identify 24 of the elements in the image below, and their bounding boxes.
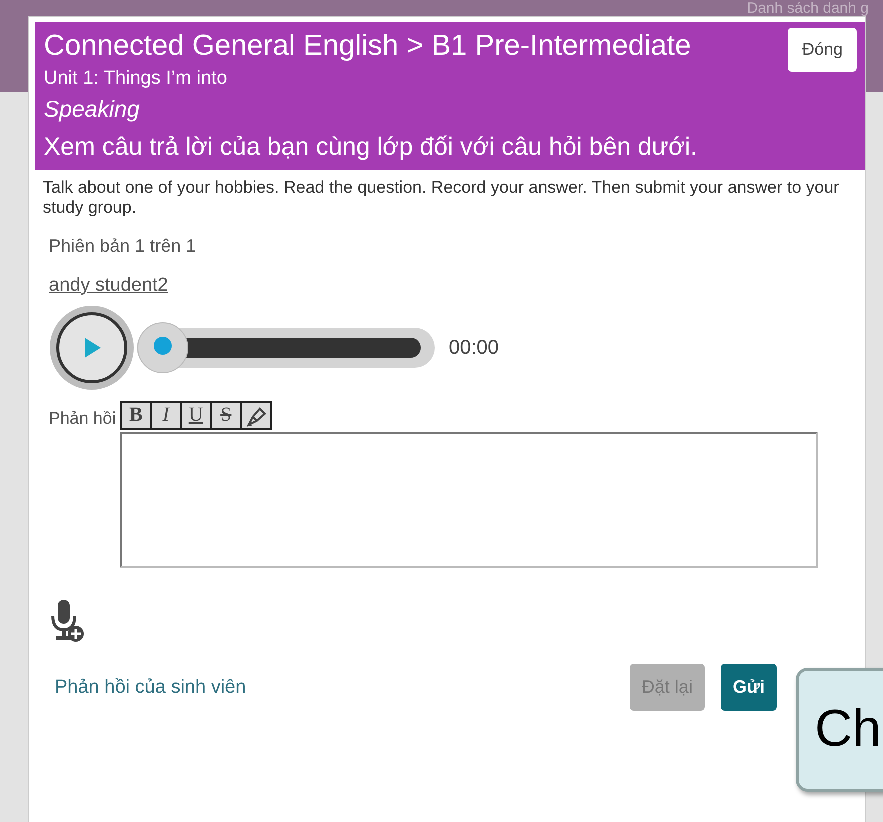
italic-button[interactable]: I xyxy=(150,401,182,430)
prompt-text: Talk about one of your hobbies. Read the question. Record your answer. Then submit your answer to your study group. xyxy=(42,177,840,218)
strikethrough-button[interactable]: S xyxy=(210,401,242,430)
student-link[interactable]: andy student2 xyxy=(49,275,168,297)
underline-button[interactable]: U xyxy=(180,401,212,430)
close-button[interactable]: Đóng xyxy=(788,28,857,72)
student-feedback-link[interactable]: Phản hồi của sinh viên xyxy=(55,676,246,698)
tooltip: Ch xyxy=(796,668,883,792)
breadcrumb: Connected General English > B1 Pre-Intermediate xyxy=(44,30,692,62)
skill-title: Speaking xyxy=(44,96,140,123)
instruction-text: Xem câu trả lời của bạn cùng lớp đối với câu hỏi bên dưới. xyxy=(44,133,698,162)
feedback-input[interactable] xyxy=(120,432,818,568)
page-heading: Danh sách danh g xyxy=(747,0,869,17)
time-label: 00:00 xyxy=(449,336,500,360)
bold-button[interactable]: B xyxy=(120,401,152,430)
audio-progress-track[interactable] xyxy=(137,322,437,374)
feedback-label: Phản hồi xyxy=(49,409,116,430)
microphone-add-icon[interactable] xyxy=(49,598,85,644)
progress-thumb[interactable] xyxy=(137,322,189,374)
play-button[interactable] xyxy=(49,305,135,391)
version-label: Phiên bản 1 trên 1 xyxy=(49,236,196,257)
unit-title: Unit 1: Things I’m into xyxy=(44,68,228,90)
send-button[interactable]: Gửi xyxy=(720,664,777,711)
highlighter-button[interactable] xyxy=(240,401,272,430)
